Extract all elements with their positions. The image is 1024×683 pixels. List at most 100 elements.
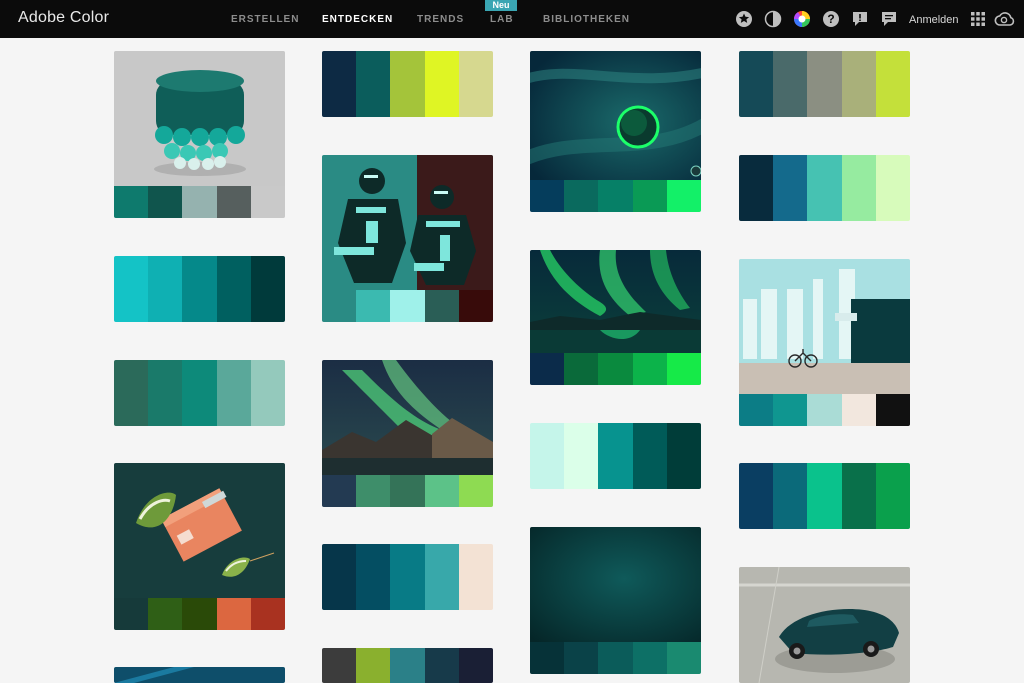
theme-card[interactable] <box>530 250 701 385</box>
swatch <box>250 598 285 630</box>
swatch-strip <box>114 186 285 218</box>
palette-card[interactable] <box>739 155 910 221</box>
swatch <box>148 256 183 322</box>
palette-card[interactable] <box>530 423 701 489</box>
theme-card[interactable] <box>114 51 285 218</box>
star-icon[interactable] <box>735 10 753 28</box>
swatch <box>458 475 493 507</box>
swatch <box>530 353 565 385</box>
chat-icon[interactable] <box>880 10 898 28</box>
palette-card[interactable] <box>739 51 910 117</box>
swatch <box>250 256 285 322</box>
theme-card[interactable] <box>322 155 493 322</box>
color-wheel-icon[interactable] <box>793 10 811 28</box>
swatch <box>424 544 459 610</box>
illustration-two-men <box>322 155 493 290</box>
swatch <box>807 155 842 221</box>
swatch <box>564 423 599 489</box>
convertible-car-photo <box>739 567 910 683</box>
theme-card[interactable] <box>739 567 910 683</box>
swatch <box>356 475 391 507</box>
theme-card[interactable] <box>114 667 285 683</box>
swatch <box>148 186 183 218</box>
wall-mural-bicycle-photo <box>739 259 910 394</box>
swatch <box>182 360 217 426</box>
swatch <box>458 51 493 117</box>
toolbar-icons: ? <box>0 10 1024 30</box>
teal-thumbnail-partial <box>114 667 285 683</box>
aurora-lake-photo <box>530 250 701 353</box>
swatch-strip <box>739 394 910 426</box>
palette-card[interactable] <box>322 544 493 610</box>
swatch <box>564 180 599 212</box>
swatch <box>182 186 217 218</box>
swatch <box>841 51 876 117</box>
swatch <box>666 353 701 385</box>
swatch <box>458 290 493 322</box>
theme-card[interactable] <box>322 360 493 507</box>
swatch <box>666 423 701 489</box>
swatch <box>322 648 357 683</box>
swatch <box>250 186 285 218</box>
swatch <box>666 180 701 212</box>
swatch <box>632 353 667 385</box>
swatch-strip <box>114 598 285 630</box>
swatch <box>322 544 357 610</box>
swatch <box>739 155 774 221</box>
swatch <box>739 463 774 529</box>
swatch <box>530 642 565 674</box>
swatch <box>632 423 667 489</box>
swatch <box>632 642 667 674</box>
swatch <box>598 642 633 674</box>
swatch <box>424 475 459 507</box>
sign-in-link[interactable]: Anmelden <box>909 14 959 26</box>
swatch <box>773 51 808 117</box>
swatch <box>390 544 425 610</box>
apps-grid-icon[interactable] <box>969 10 987 28</box>
swatch <box>564 642 599 674</box>
swatch <box>322 475 357 507</box>
swatch <box>250 360 285 426</box>
swatch-strip <box>322 475 493 507</box>
swatch <box>216 598 251 630</box>
theme-card[interactable] <box>530 51 701 212</box>
leaf-and-salt-block-photo <box>114 463 285 598</box>
top-bar: Adobe Color ERSTELLEN ENTDECKEN TRENDS L… <box>0 0 1024 38</box>
swatch <box>841 463 876 529</box>
theme-card[interactable] <box>739 259 910 426</box>
swatch <box>216 256 251 322</box>
swatch <box>356 290 391 322</box>
swatch <box>739 51 774 117</box>
palette-card[interactable] <box>322 51 493 117</box>
swatch <box>666 642 701 674</box>
palette-card[interactable] <box>322 648 493 683</box>
svg-text:?: ? <box>827 12 834 26</box>
creative-cloud-icon[interactable] <box>994 10 1016 28</box>
palette-card[interactable] <box>114 360 285 426</box>
swatch <box>390 51 425 117</box>
help-icon[interactable]: ? <box>822 10 840 28</box>
swatch <box>216 360 251 426</box>
palette-card[interactable] <box>114 256 285 322</box>
swatch <box>182 256 217 322</box>
swatch <box>875 394 910 426</box>
swatch-strip <box>530 353 701 385</box>
swatch-strip <box>530 180 701 212</box>
swatch <box>182 598 217 630</box>
swatch <box>322 290 357 322</box>
swatch <box>564 353 599 385</box>
swatch <box>530 180 565 212</box>
theme-card[interactable] <box>114 463 285 630</box>
swatch <box>114 256 149 322</box>
swatch <box>356 51 391 117</box>
swatch <box>114 598 149 630</box>
swatch <box>841 155 876 221</box>
theme-card[interactable] <box>530 527 701 674</box>
feedback-icon[interactable] <box>851 10 869 28</box>
palette-card[interactable] <box>739 463 910 529</box>
swatch <box>875 51 910 117</box>
contrast-icon[interactable] <box>764 10 782 28</box>
swatch <box>598 423 633 489</box>
swatch <box>424 290 459 322</box>
cake-stand-photo <box>114 51 285 186</box>
